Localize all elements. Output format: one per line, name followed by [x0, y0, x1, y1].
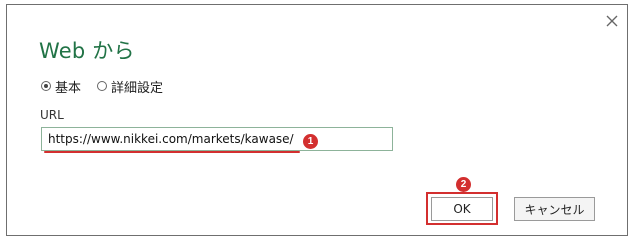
- radio-basic-label: 基本: [55, 80, 82, 96]
- radio-checked-icon: [41, 81, 51, 91]
- radio-unchecked-icon: [97, 81, 108, 91]
- radio-basic[interactable]: 基本: [41, 77, 81, 96]
- radio-advanced[interactable]: 詳細設定: [97, 77, 163, 96]
- annotation-marker-1: 1: [303, 134, 318, 149]
- close-icon: [606, 15, 618, 27]
- url-underline-annotation: [44, 151, 300, 153]
- close-button[interactable]: [603, 12, 621, 30]
- ok-button[interactable]: OK: [431, 197, 493, 221]
- mode-radio-group: 基本 詳細設定: [41, 76, 179, 96]
- dialog-title: Web から: [39, 39, 135, 63]
- radio-advanced-label: 詳細設定: [111, 80, 164, 96]
- url-label: URL: [40, 108, 64, 122]
- url-input[interactable]: [41, 127, 393, 151]
- annotation-marker-2: 2: [456, 177, 471, 192]
- cancel-button[interactable]: キャンセル: [514, 197, 595, 221]
